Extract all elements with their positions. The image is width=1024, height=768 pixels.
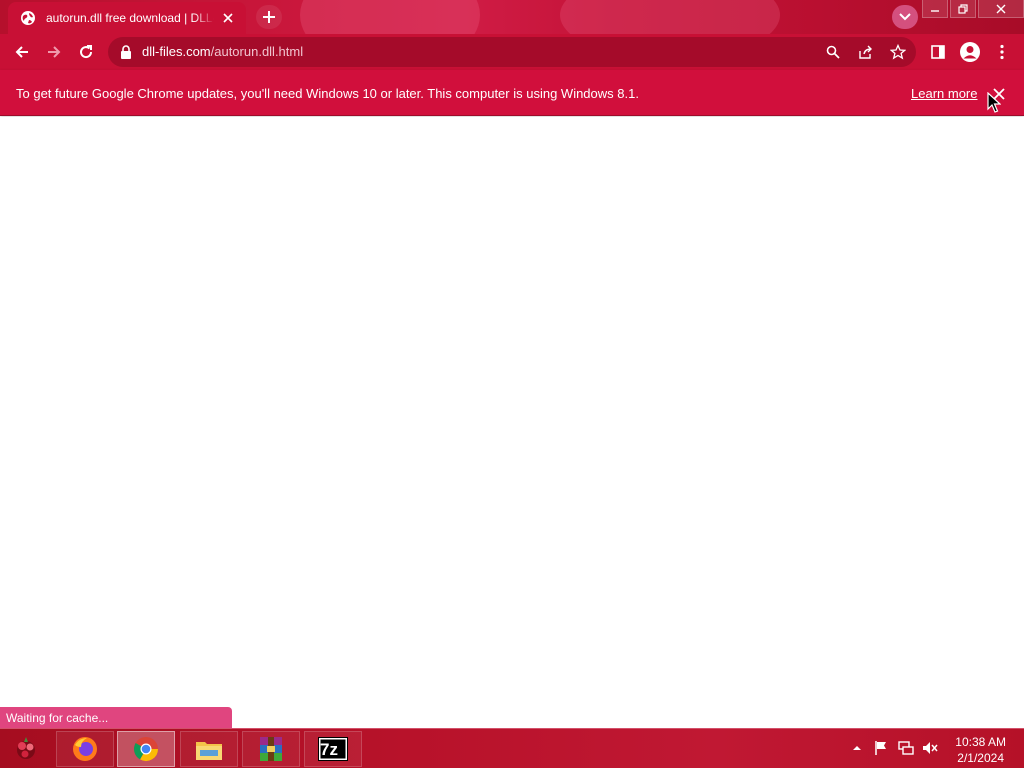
forward-button[interactable]	[40, 38, 68, 66]
minimize-button[interactable]	[922, 0, 948, 18]
tab-title: autorun.dll free download | DLL-files.co…	[46, 11, 214, 25]
tab-search-button[interactable]	[892, 5, 918, 29]
back-button[interactable]	[8, 38, 36, 66]
update-infobar: To get future Google Chrome updates, you…	[0, 70, 1024, 116]
winrar-icon	[260, 737, 282, 761]
address-bar[interactable]: dll-files.com/autorun.dll.html	[108, 37, 916, 67]
plus-icon	[263, 11, 275, 23]
chevron-down-icon	[899, 13, 911, 21]
browser-toolbar: dll-files.com/autorun.dll.html	[0, 34, 1024, 70]
reload-button[interactable]	[72, 38, 100, 66]
url-host: dll-files.com	[142, 44, 211, 59]
7zip-label: 7z	[320, 740, 338, 759]
show-hidden-icons-chevron[interactable]	[848, 739, 866, 757]
url-path: /autorun.dll.html	[210, 44, 304, 59]
start-orb-icon	[17, 737, 35, 759]
taskbar-app-chrome[interactable]	[117, 731, 175, 767]
taskbar-app-file-explorer[interactable]	[180, 731, 238, 767]
page-content[interactable]	[0, 117, 1024, 728]
clock-time: 10:38 AM	[955, 735, 1006, 749]
menu-dots-icon	[1000, 44, 1004, 60]
back-arrow-icon	[15, 46, 28, 58]
taskbar: 7z 10:38 AM 2/1/2024	[0, 728, 1024, 768]
infobar-message: To get future Google Chrome updates, you…	[16, 86, 639, 101]
chrome-icon	[133, 737, 158, 762]
network-icon[interactable]	[897, 739, 915, 757]
action-center-flag-icon[interactable]	[872, 739, 890, 757]
menu-button[interactable]	[988, 38, 1016, 66]
taskbar-app-7zip[interactable]: 7z	[304, 731, 362, 767]
new-tab-button[interactable]	[256, 5, 282, 29]
learn-more-link[interactable]: Learn more	[911, 86, 977, 101]
tab-active[interactable]: autorun.dll free download | DLL-files.co…	[8, 2, 246, 34]
lock-icon[interactable]	[120, 45, 132, 59]
file-explorer-icon	[196, 742, 222, 760]
globe-icon	[21, 11, 35, 25]
minimize-icon	[931, 9, 939, 12]
restore-icon	[958, 3, 968, 14]
theme-decoration	[300, 0, 480, 34]
share-icon[interactable]	[856, 42, 876, 62]
theme-decoration	[560, 0, 780, 34]
side-panel-button[interactable]	[924, 38, 952, 66]
volume-muted-icon[interactable]	[921, 739, 939, 757]
profile-button[interactable]	[956, 38, 984, 66]
search-icon[interactable]	[823, 42, 843, 62]
clock-date: 2/1/2024	[957, 751, 1004, 765]
taskbar-app-winrar[interactable]	[242, 731, 300, 767]
star-icon[interactable]	[888, 42, 908, 62]
forward-arrow-icon	[48, 46, 61, 58]
profile-icon	[960, 42, 980, 62]
tab-strip: autorun.dll free download | DLL-files.co…	[0, 0, 1024, 34]
side-panel-icon	[931, 45, 945, 59]
mouse-cursor-icon	[987, 92, 1001, 113]
close-icon	[996, 4, 1006, 13]
start-button[interactable]	[6, 731, 46, 767]
url-text[interactable]: dll-files.com/autorun.dll.html	[142, 44, 303, 59]
reload-icon	[80, 45, 93, 59]
taskbar-app-firefox[interactable]	[56, 731, 114, 767]
system-clock[interactable]: 10:38 AM 2/1/2024	[955, 734, 1006, 766]
status-bubble: Waiting for cache...	[0, 707, 232, 728]
tab-close-icon[interactable]	[220, 10, 236, 26]
window-controls	[920, 0, 1024, 20]
firefox-icon	[73, 737, 97, 761]
close-window-button[interactable]	[978, 0, 1024, 18]
restore-button[interactable]	[950, 0, 976, 18]
